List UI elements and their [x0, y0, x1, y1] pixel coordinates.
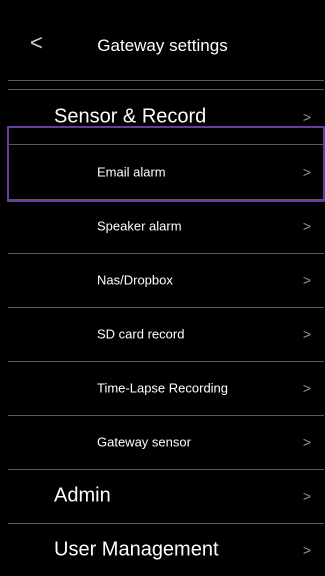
section-sensor-record[interactable]: Sensor & Record >	[0, 90, 325, 144]
section-admin[interactable]: Admin >	[0, 469, 325, 523]
chevron-right-icon: >	[302, 164, 311, 180]
header-bar: < Gateway settings	[0, 0, 325, 80]
menu-item-label: Time-Lapse Recording	[97, 380, 229, 396]
page-title: Gateway settings	[97, 36, 228, 55]
menu-item-label: SD card record	[97, 326, 185, 342]
menu-item-gateway-sensor[interactable]: Gateway sensor >	[0, 415, 325, 469]
menu-item-label: Email alarm	[97, 164, 166, 180]
chevron-right-icon: >	[302, 326, 311, 342]
menu-item-label: Gateway sensor	[97, 434, 191, 450]
section-label: Admin	[54, 484, 111, 507]
menu-item-speaker-alarm[interactable]: Speaker alarm >	[0, 199, 325, 253]
chevron-right-icon: >	[302, 434, 311, 450]
menu-item-label: Speaker alarm	[97, 218, 182, 234]
chevron-right-icon: >	[302, 109, 311, 125]
menu-item-sd-card-record[interactable]: SD card record >	[0, 307, 325, 361]
section-user-management[interactable]: User Management >	[0, 524, 325, 576]
divider	[8, 80, 324, 81]
chevron-right-icon: >	[302, 542, 311, 558]
chevron-right-icon: >	[302, 488, 311, 504]
chevron-right-icon: >	[302, 218, 311, 234]
menu-item-time-lapse-recording[interactable]: Time-Lapse Recording >	[0, 361, 325, 415]
chevron-right-icon: >	[302, 272, 311, 288]
chevron-right-icon: >	[302, 380, 311, 396]
menu-item-nas-dropbox[interactable]: Nas/Dropbox >	[0, 253, 325, 307]
section-label: Sensor & Record	[54, 105, 207, 128]
menu-item-label: Nas/Dropbox	[97, 272, 173, 288]
section-label: User Management	[54, 538, 219, 561]
menu-item-email-alarm[interactable]: Email alarm >	[0, 145, 325, 199]
